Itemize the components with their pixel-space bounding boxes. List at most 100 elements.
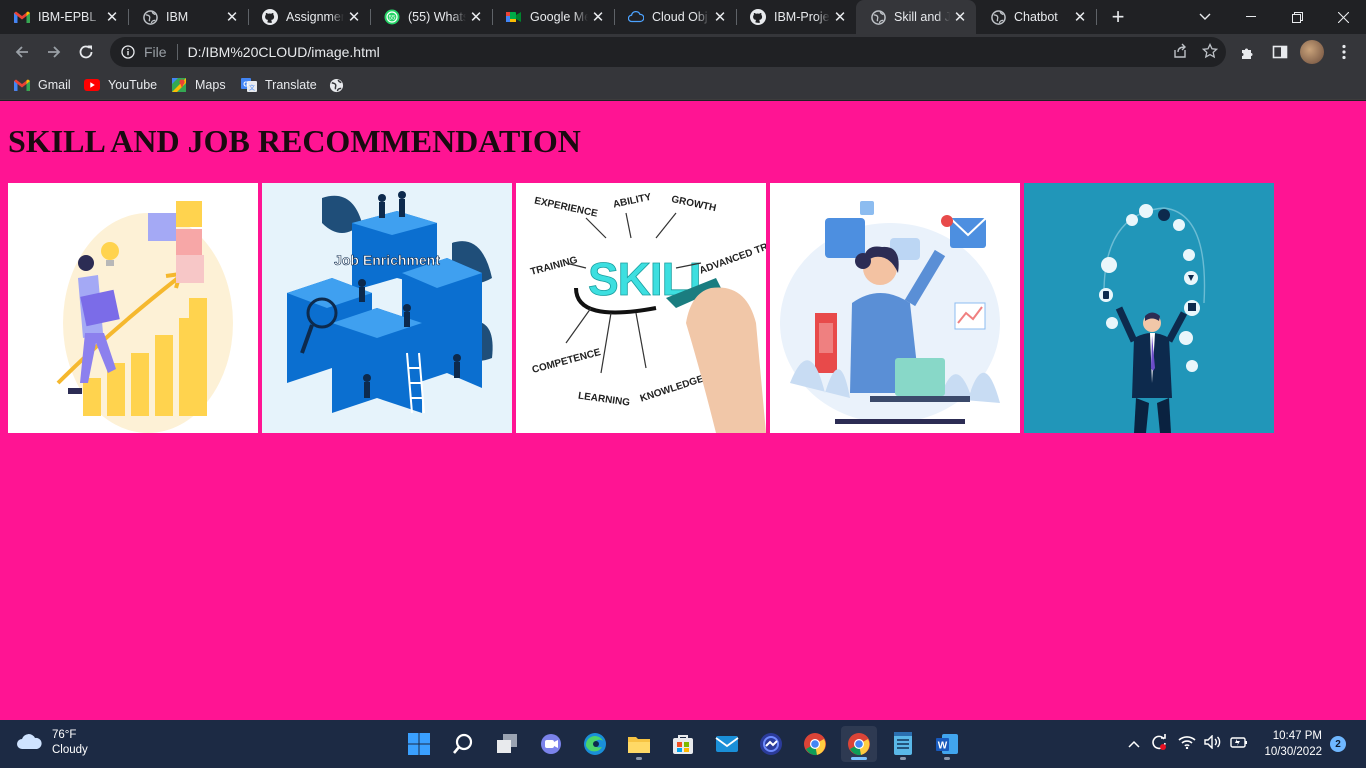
notification-badge[interactable]: 2 [1330, 736, 1346, 752]
running-indicator [851, 757, 867, 760]
clock-date: 10/30/2022 [1264, 746, 1322, 758]
info-icon[interactable] [120, 44, 136, 60]
close-window-button[interactable] [1320, 0, 1366, 34]
notepad-icon[interactable] [885, 726, 921, 762]
start-icon[interactable] [401, 726, 437, 762]
menu-kebab-icon[interactable] [1332, 40, 1356, 64]
github-icon [750, 9, 766, 25]
close-tab-icon[interactable]: ✕ [588, 7, 608, 27]
restore-button[interactable] [1274, 0, 1320, 34]
growth-puzzle-image [8, 183, 258, 433]
tab-title: Chatbot [1014, 10, 1058, 24]
close-tab-icon[interactable]: ✕ [950, 7, 970, 27]
close-tab-icon[interactable]: ✕ [1070, 7, 1090, 27]
running-indicator [900, 757, 906, 760]
scheme-label: File [144, 44, 167, 60]
file-explorer-icon[interactable] [621, 726, 657, 762]
close-tab-icon[interactable]: ✕ [222, 7, 242, 27]
tab-title: Assignmen [286, 10, 344, 24]
word-icon[interactable]: W [929, 726, 965, 762]
volume-icon[interactable] [1204, 733, 1222, 754]
tab-search-button[interactable] [1182, 0, 1228, 34]
bookmark-star-icon[interactable] [1201, 42, 1219, 62]
tab-chatbot[interactable]: Chatbot ✕ [976, 0, 1097, 34]
url-text[interactable]: D:/IBM%20CLOUD/image.html [188, 44, 380, 60]
tab-title: IBM [166, 10, 189, 24]
extensions-icon[interactable] [1236, 40, 1260, 64]
bookmark-youtube[interactable]: YouTube [84, 75, 157, 95]
bookmarks-bar: Gmail YouTube Maps G文 Translate [0, 70, 1366, 100]
store-icon[interactable] [665, 726, 701, 762]
search-icon[interactable] [445, 726, 481, 762]
gmail-icon [14, 9, 30, 25]
share-icon[interactable] [1172, 43, 1188, 62]
tab-title: Cloud Obj [652, 10, 708, 24]
chrome-profile-icon[interactable] [841, 726, 877, 762]
wifi-icon[interactable] [1178, 735, 1196, 754]
reload-button[interactable] [72, 38, 100, 66]
sync-icon[interactable] [1150, 733, 1168, 756]
chevron-up-icon[interactable] [1128, 735, 1140, 753]
page-title: SKILL AND JOB RECOMMENDATION [8, 123, 581, 159]
close-tab-icon[interactable]: ✕ [344, 7, 364, 27]
forward-arrow-icon [48, 46, 61, 58]
tab-whatsapp[interactable]: 55 (55) Whats ✕ [370, 0, 493, 34]
close-tab-icon[interactable]: ✕ [830, 7, 850, 27]
google-meet-icon [506, 9, 522, 25]
weather-widget[interactable]: 76°F Cloudy [16, 728, 88, 758]
tab-title: IBM-EPBL [38, 10, 97, 24]
bookmark-translate[interactable]: G文 Translate [241, 75, 317, 95]
bookmark-globe[interactable] [328, 75, 352, 95]
bookmark-maps[interactable]: Maps [171, 75, 226, 95]
edge-icon[interactable] [577, 726, 613, 762]
close-tab-icon[interactable]: ✕ [102, 7, 122, 27]
tab-title: Google Me [530, 10, 588, 24]
page-viewport: SKILL AND JOB RECOMMENDATION Job Enrichm… [0, 101, 1366, 720]
tab-google-meet[interactable]: Google Me ✕ [492, 0, 615, 34]
tab-assignment[interactable]: Assignmen ✕ [248, 0, 371, 34]
clock-time: 10:47 PM [1272, 730, 1322, 742]
svg-text:55: 55 [389, 16, 396, 22]
battery-icon[interactable] [1230, 735, 1248, 754]
tab-cloud-object-storage[interactable]: Cloud Obj ✕ [614, 0, 737, 34]
bookmark-label: YouTube [108, 78, 158, 92]
github-icon [262, 9, 278, 25]
side-panel-icon[interactable] [1268, 40, 1292, 64]
maps-icon [171, 77, 187, 93]
skill-word: COMPETENCE [531, 347, 602, 376]
mail-icon[interactable] [709, 726, 745, 762]
bookmark-gmail[interactable]: Gmail [14, 75, 71, 95]
tab-ibm-epbl[interactable]: IBM-EPBL ✕ [0, 0, 129, 34]
task-view-icon[interactable] [489, 726, 525, 762]
running-indicator [636, 757, 642, 760]
vpn-icon[interactable] [753, 726, 789, 762]
skill-word: ABILITY [612, 192, 653, 211]
chat-icon[interactable] [533, 726, 569, 762]
forward-button[interactable] [40, 38, 68, 66]
running-indicator [944, 757, 950, 760]
chrome-icon[interactable] [797, 726, 833, 762]
profile-avatar[interactable] [1300, 40, 1324, 64]
new-tab-button[interactable]: + [1106, 4, 1130, 29]
tab-ibm[interactable]: IBM ✕ [128, 0, 249, 34]
skill-word: GROWTH [670, 194, 717, 214]
tab-ibm-project[interactable]: IBM-Proje ✕ [736, 0, 856, 34]
tab-title: IBM-Proje [774, 10, 830, 24]
skill-word: LEARNING [577, 391, 630, 409]
cloud-icon [628, 9, 644, 25]
system-tray [1128, 720, 1248, 768]
address-bar[interactable]: File D:/IBM%20CLOUD/image.html [110, 37, 1226, 67]
close-tab-icon[interactable]: ✕ [466, 7, 486, 27]
weather-temp: 76°F [52, 729, 77, 741]
job-enrichment-text: Job Enrichment [334, 252, 440, 268]
bookmark-label: Translate [265, 78, 317, 92]
cloud-icon [16, 731, 44, 756]
businessman-juggling-image [1024, 183, 1274, 433]
back-button[interactable] [8, 38, 36, 66]
bookmark-label: Gmail [38, 78, 71, 92]
close-tab-icon[interactable]: ✕ [710, 7, 730, 27]
svg-text:文: 文 [249, 84, 255, 92]
minimize-button[interactable] [1228, 0, 1274, 34]
tab-skill-and-job[interactable]: Skill and Jo ✕ [856, 0, 976, 34]
taskbar-clock[interactable]: 10:47 PM 10/30/2022 [1264, 728, 1322, 760]
